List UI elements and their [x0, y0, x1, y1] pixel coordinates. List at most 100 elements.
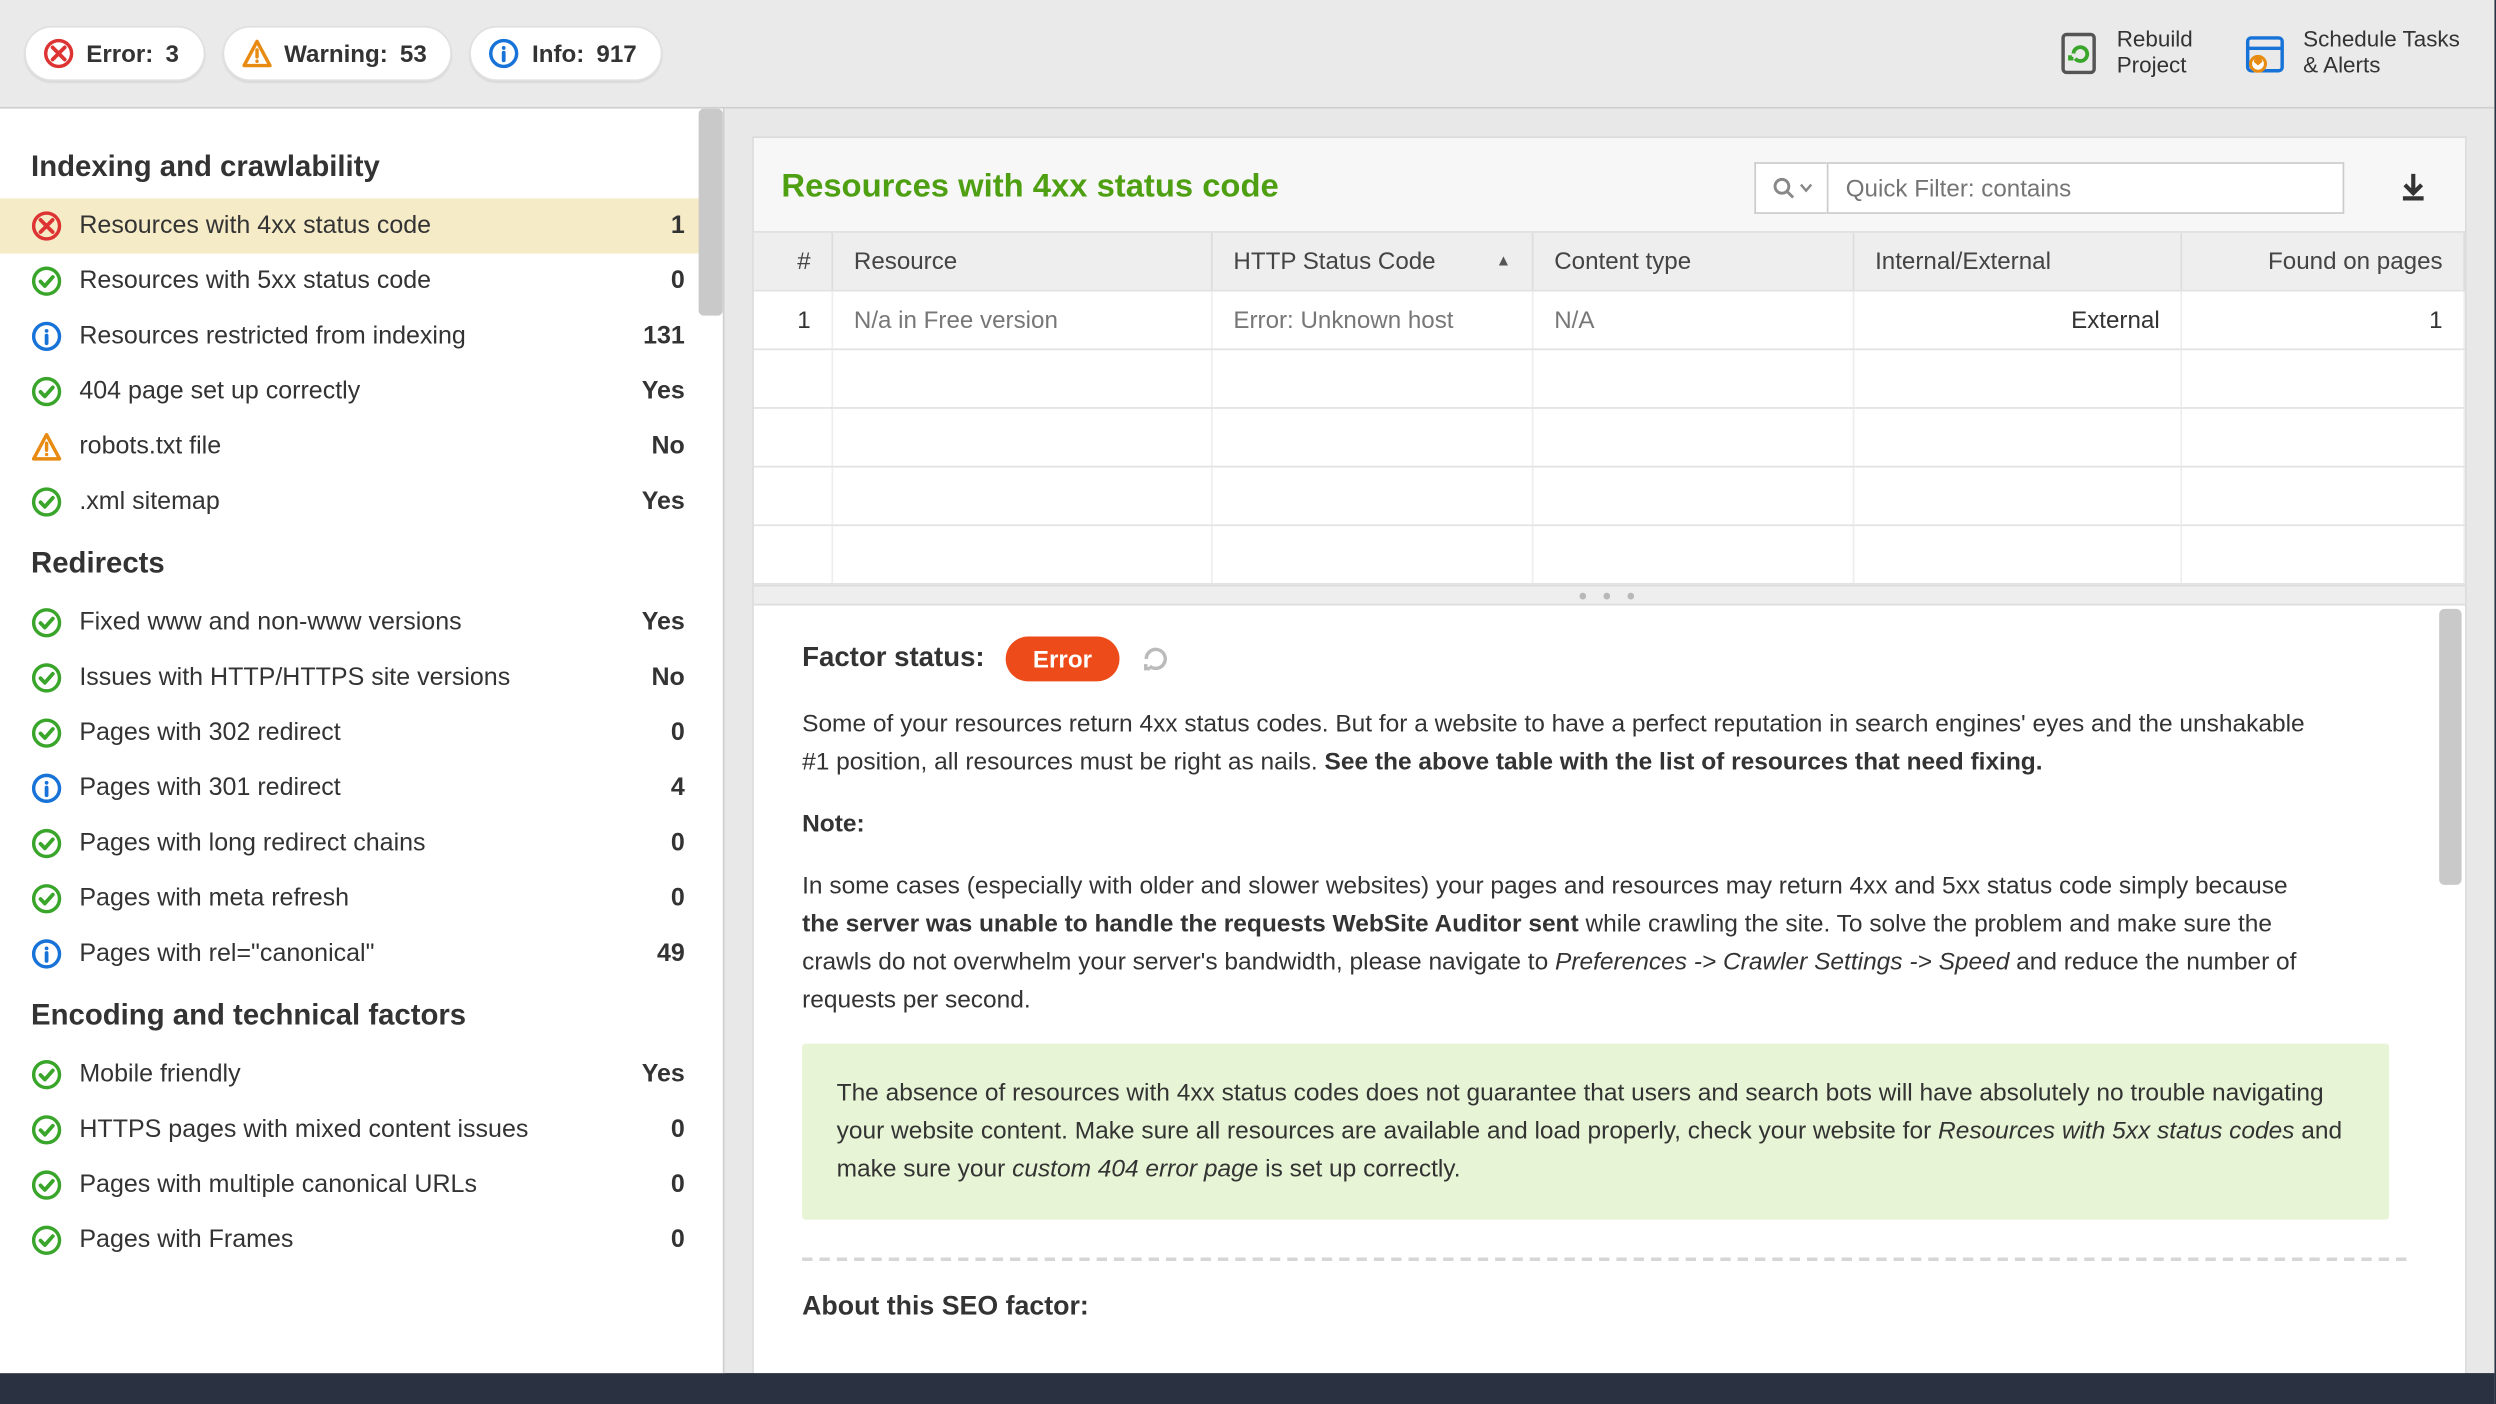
audit-item-value: 0 [626, 1226, 685, 1254]
footer-strip [0, 1374, 2494, 1404]
audit-item-label: Pages with multiple canonical URLs [79, 1171, 609, 1199]
note-label: Note: [802, 810, 865, 838]
audit-item-value: 0 [626, 1171, 685, 1199]
audit-item-value: 1 [626, 212, 685, 240]
detail-scrollbar[interactable] [2439, 608, 2461, 884]
audit-item-label: Resources with 5xx status code [79, 267, 609, 295]
detail-paragraph-2: In some cases (especially with older and… [802, 867, 2320, 1019]
info-icon [31, 772, 62, 803]
info-icon [31, 320, 62, 351]
audit-item-label: Pages with long redirect chains [79, 829, 609, 857]
info-icon [489, 38, 520, 69]
schedule-tasks-button[interactable]: Schedule Tasks & Alerts [2241, 27, 2460, 79]
col-internal-external[interactable]: Internal/External [1854, 232, 2182, 289]
audit-item[interactable]: Pages with Frames 0 [0, 1212, 723, 1267]
col-content-type[interactable]: Content type [1534, 232, 1855, 289]
audit-item[interactable]: HTTPS pages with mixed content issues 0 [0, 1102, 723, 1157]
audit-item-value: 0 [626, 1115, 685, 1143]
resources-table: # Resource HTTP Status Code ▲ Content ty… [754, 232, 2465, 584]
table-header-row: # Resource HTTP Status Code ▲ Content ty… [754, 232, 2465, 291]
audit-item-value: 4 [626, 774, 685, 802]
audit-item-value: Yes [626, 488, 685, 516]
audit-item-value: 131 [626, 322, 685, 350]
ok-icon [31, 662, 62, 693]
schedule-label-1: Schedule Tasks [2303, 27, 2460, 53]
col-found-on-pages[interactable]: Found on pages [2182, 232, 2465, 289]
ok-icon [31, 486, 62, 517]
error-icon [31, 210, 62, 241]
audit-item[interactable]: Pages with 301 redirect 4 [0, 760, 723, 815]
warning-icon [241, 38, 272, 69]
audit-item-value: 0 [626, 884, 685, 912]
error-icon [43, 38, 74, 69]
ok-icon [31, 1114, 62, 1145]
panel-resize-grip[interactable]: ● ● ● [754, 584, 2465, 605]
table-row[interactable]: 1 N/a in Free version Error: Unknown hos… [754, 291, 2465, 350]
section-title: Redirects [0, 529, 723, 595]
audit-item-label: .xml sitemap [79, 488, 609, 516]
audit-item[interactable]: Resources with 4xx status code 1 [0, 198, 723, 253]
audit-item-value: Yes [626, 1060, 685, 1088]
audit-item[interactable]: Pages with meta refresh 0 [0, 871, 723, 926]
audit-item[interactable]: Resources restricted from indexing 131 [0, 308, 723, 363]
col-resource[interactable]: Resource [833, 232, 1213, 289]
about-seo-factor-title: About this SEO factor: [802, 1291, 2417, 1322]
quick-filter-input[interactable] [1827, 162, 2345, 214]
col-index[interactable]: # [754, 232, 833, 289]
rebuild-icon [2055, 29, 2103, 77]
audit-item-label: Resources restricted from indexing [79, 322, 609, 350]
audit-item[interactable]: Mobile friendly Yes [0, 1046, 723, 1101]
refresh-button[interactable] [1140, 643, 1171, 674]
info-badge[interactable]: Info: 917 [470, 26, 663, 81]
audit-item-label: HTTPS pages with mixed content issues [79, 1115, 609, 1143]
section-title: Encoding and technical factors [0, 981, 723, 1047]
ok-icon [31, 883, 62, 914]
audit-item[interactable]: Resources with 5xx status code 0 [0, 253, 723, 308]
download-button[interactable] [2389, 163, 2437, 211]
audit-item-label: Resources with 4xx status code [79, 212, 609, 240]
download-icon [2396, 170, 2431, 205]
schedule-icon [2241, 29, 2289, 77]
sidebar-scrollbar[interactable] [699, 108, 723, 315]
ok-icon [31, 375, 62, 406]
audit-item-label: Pages with 302 redirect [79, 719, 609, 747]
audit-item-value: Yes [626, 608, 685, 636]
col-http-status[interactable]: HTTP Status Code ▲ [1213, 232, 1534, 289]
audit-item[interactable]: robots.txt file No [0, 419, 723, 474]
audit-item[interactable]: Pages with 302 redirect 0 [0, 705, 723, 760]
audit-item-label: Issues with HTTP/HTTPS site versions [79, 664, 609, 692]
search-dropdown-button[interactable] [1754, 162, 1826, 214]
error-badge[interactable]: Error: 3 [24, 26, 205, 81]
sort-ascending-icon: ▲ [1496, 252, 1511, 269]
ok-icon [31, 1224, 62, 1255]
factor-status-badge: Error [1005, 636, 1119, 681]
divider [802, 1257, 2406, 1260]
ok-icon [31, 827, 62, 858]
schedule-label-2: & Alerts [2303, 53, 2460, 79]
rebuild-project-button[interactable]: Rebuild Project [2055, 27, 2193, 79]
audit-item[interactable]: .xml sitemap Yes [0, 474, 723, 529]
warning-badge[interactable]: Warning: 53 [222, 26, 453, 81]
ok-icon [31, 265, 62, 296]
rebuild-label-2: Project [2117, 53, 2193, 79]
audit-item-label: Pages with 301 redirect [79, 774, 609, 802]
detail-paragraph-1: Some of your resources return 4xx status… [802, 705, 2320, 781]
ok-icon [31, 717, 62, 748]
factor-detail-panel: Factor status: Error Some of your resour… [754, 605, 2465, 1374]
audit-item[interactable]: Fixed www and non-www versions Yes [0, 595, 723, 650]
factor-status-label: Factor status: [802, 643, 984, 674]
audit-item-label: Fixed www and non-www versions [79, 608, 609, 636]
audit-item[interactable]: Pages with long redirect chains 0 [0, 815, 723, 870]
audit-item[interactable]: Pages with multiple canonical URLs 0 [0, 1157, 723, 1212]
audit-item-value: 0 [626, 267, 685, 295]
audit-item-value: 0 [626, 719, 685, 747]
audit-item[interactable]: Pages with rel="canonical" 49 [0, 926, 723, 981]
audit-item[interactable]: 404 page set up correctly Yes [0, 363, 723, 418]
panel-title: Resources with 4xx status code [781, 168, 1278, 206]
audit-item-label: 404 page set up correctly [79, 377, 609, 405]
rebuild-label-1: Rebuild [2117, 27, 2193, 53]
audit-item-value: 0 [626, 829, 685, 857]
audit-sidebar[interactable]: Indexing and crawlability Resources with… [0, 108, 723, 1374]
audit-item[interactable]: Issues with HTTP/HTTPS site versions No [0, 650, 723, 705]
audit-item-label: Pages with Frames [79, 1226, 609, 1254]
